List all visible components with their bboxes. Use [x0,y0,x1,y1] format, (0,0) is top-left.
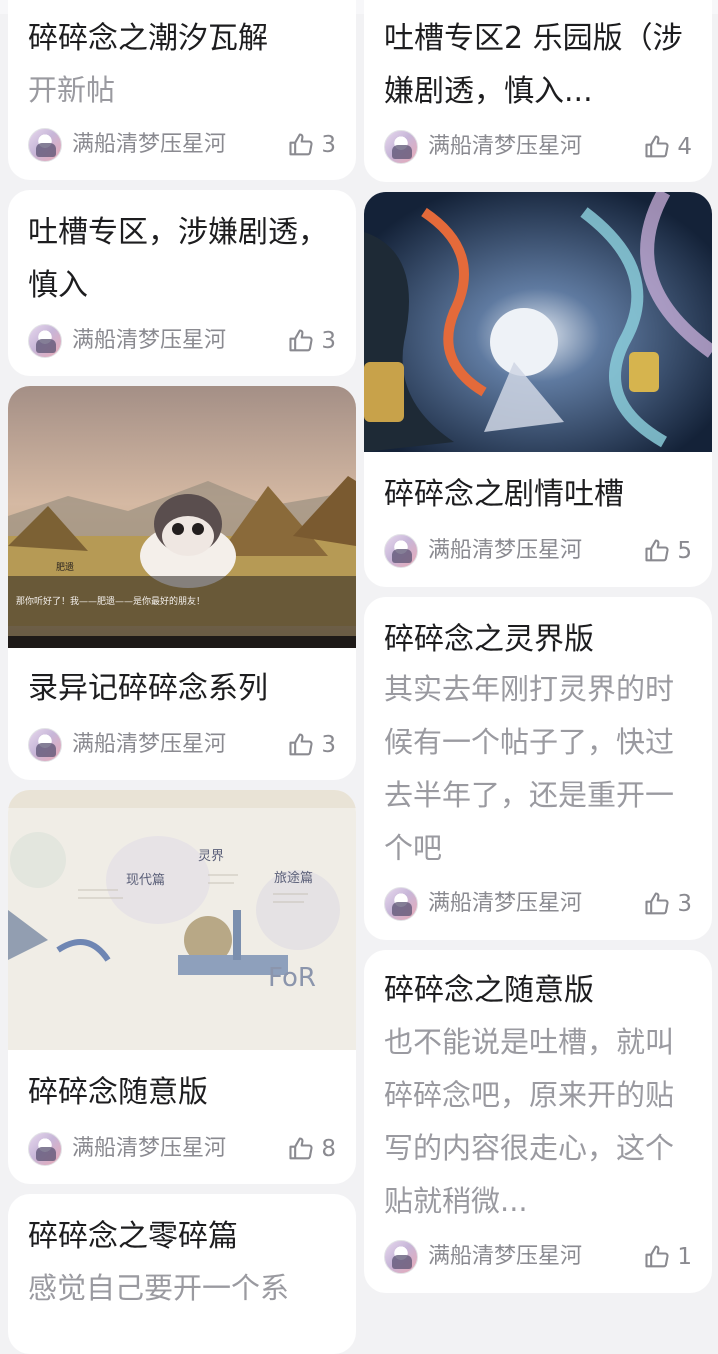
post-meta: 满船清梦压星河 3 [384,887,692,921]
post-meta: 满船清梦压星河 8 [28,1132,336,1166]
thumbs-up-icon [289,133,313,156]
post-meta: 满船清梦压星河 1 [384,1240,692,1274]
like-count: 3 [677,891,692,917]
author-name[interactable]: 满船清梦压星河 [72,128,226,162]
thumbs-up-icon [645,539,669,562]
like-button[interactable]: 3 [287,128,336,162]
cover-image: 肥遗 那你听好了！我——肥遗——是你最好的朋友！ [8,386,356,648]
like-count: 3 [321,132,336,158]
post-excerpt: 感觉自己要开一个系 [28,1271,290,1305]
author-name[interactable]: 满船清梦压星河 [72,728,226,762]
post-title: 碎碎念之灵界版 [384,622,594,657]
post-title: 录异记碎碎念系列 [28,671,268,706]
map-label-journey: 旅途篇 [274,870,313,886]
thumbs-up-icon [645,135,669,158]
author-name[interactable]: 满船清梦压星河 [428,130,582,164]
post-excerpt: 开新帖 [28,73,116,107]
post-card[interactable]: 碎碎念之潮汐瓦解 开新帖 满船清梦压星河 3 [8,0,356,180]
post-title: 吐槽专区，涉嫌剧透，慎入 [28,215,328,303]
post-meta: 满船清梦压星河 3 [28,728,336,762]
like-button[interactable]: 4 [643,130,692,164]
like-button[interactable]: 1 [643,1240,692,1274]
like-button[interactable]: 3 [287,324,336,358]
like-count: 8 [321,1136,336,1162]
map-label-modern: 现代篇 [126,873,165,888]
post-card[interactable]: 碎碎念之灵界版 其实去年刚打灵界的时候有一个帖子了，快过去半年了，还是重开一个吧… [364,597,712,940]
post-title: 碎碎念之潮汐瓦解 [28,21,268,56]
like-button[interactable]: 8 [287,1132,336,1166]
avatar[interactable] [384,1240,418,1274]
post-card[interactable]: 现代篇 灵界 旅途篇 FoR 碎碎念随意版 满船清梦压星河 8 [8,790,356,1184]
post-title: 碎碎念之剧情吐槽 [384,477,624,512]
post-title: 碎碎念随意版 [28,1075,208,1110]
post-card[interactable]: 吐槽专区，涉嫌剧透，慎入 满船清梦压星河 3 [8,190,356,376]
like-button[interactable]: 3 [643,887,692,921]
thumbs-up-icon [289,329,313,352]
post-meta: 满船清梦压星河 3 [28,128,336,162]
cover-image [364,192,712,452]
author-name[interactable]: 满船清梦压星河 [428,1240,582,1274]
caption-line: 那你听好了！我——肥遗——是你最好的朋友！ [16,595,205,607]
author-name[interactable]: 满船清梦压星河 [428,534,582,568]
thumbs-up-icon [289,1137,313,1160]
like-count: 3 [321,732,336,758]
author-name[interactable]: 满船清梦压星河 [428,887,582,921]
post-excerpt: 也不能说是吐槽，就叫碎碎念吧，原来开的贴写的内容很走心，这个贴就稍微... [384,1025,675,1218]
thumbs-up-icon [645,1245,669,1268]
post-card[interactable]: 碎碎念之零碎篇 感觉自己要开一个系 [8,1194,356,1354]
like-count: 3 [321,328,336,354]
post-excerpt: 其实去年刚打灵界的时候有一个帖子了，快过去半年了，还是重开一个吧 [384,672,675,865]
avatar[interactable] [384,887,418,921]
like-button[interactable]: 3 [287,728,336,762]
post-meta: 满船清梦压星河 3 [28,324,336,358]
post-meta: 满船清梦压星河 4 [384,130,692,164]
post-title: 碎碎念之零碎篇 [28,1219,238,1254]
map-label-spirit: 灵界 [198,849,224,864]
post-title: 碎碎念之随意版 [384,973,594,1008]
like-count: 4 [677,134,692,160]
avatar[interactable] [384,130,418,164]
cover-image: 现代篇 灵界 旅途篇 FoR [8,790,356,1050]
avatar[interactable] [384,534,418,568]
avatar[interactable] [28,324,62,358]
post-card[interactable]: 碎碎念之剧情吐槽 满船清梦压星河 5 [364,192,712,587]
post-card[interactable]: 碎碎念之随意版 也不能说是吐槽，就叫碎碎念吧，原来开的贴写的内容很走心，这个贴就… [364,950,712,1293]
post-card[interactable]: 吐槽专区2 乐园版（涉嫌剧透，慎入... 满船清梦压星河 4 [364,0,712,182]
author-name[interactable]: 满船清梦压星河 [72,324,226,358]
post-card[interactable]: 肥遗 那你听好了！我——肥遗——是你最好的朋友！ 录异记碎碎念系列 满船清梦压星… [8,386,356,780]
like-button[interactable]: 5 [643,534,692,568]
avatar[interactable] [28,1132,62,1166]
avatar[interactable] [28,728,62,762]
like-count: 5 [677,538,692,564]
like-count: 1 [677,1244,692,1270]
thumbs-up-icon [645,892,669,915]
caption-speaker: 肥遗 [56,561,74,573]
avatar[interactable] [28,128,62,162]
post-title: 吐槽专区2 乐园版（涉嫌剧透，慎入... [384,21,683,109]
author-name[interactable]: 满船清梦压星河 [72,1132,226,1166]
map-label-for: FoR [268,963,316,993]
post-meta: 满船清梦压星河 5 [384,534,692,568]
thumbs-up-icon [289,733,313,756]
